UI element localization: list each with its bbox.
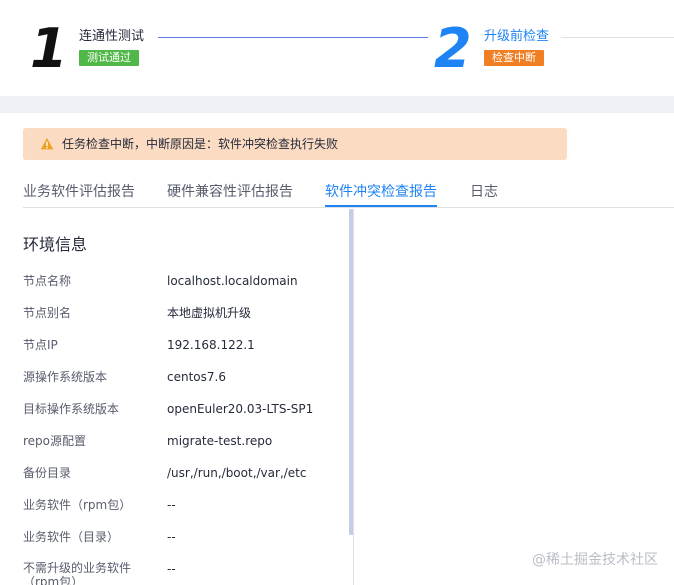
env-value: -- [167, 530, 176, 544]
env-label: 节点名称 [23, 274, 72, 288]
step-2-title: 升级前检查 [484, 29, 550, 44]
env-row-node-ip: 节点IP 192.168.122.1 [0, 337, 350, 369]
panel-scrollbar[interactable] [349, 209, 353, 535]
env-row-backup-dir: 备份目录 /usr,/run,/boot,/var,/etc [0, 465, 350, 497]
env-value: migrate-test.repo [167, 434, 273, 448]
env-label: 不需升级的业务软件（rpm包） [23, 561, 132, 585]
environment-info-panel: 环境信息 节点名称 localhost.localdomain 节点别名 本地虚… [0, 209, 354, 585]
env-label: 节点别名 [23, 306, 72, 320]
tab-hardware-compatibility-report[interactable]: 硬件兼容性评估报告 [167, 182, 293, 202]
alert-banner: 任务检查中断，中断原因是：软件冲突检查执行失败 [23, 128, 567, 160]
warning-icon [40, 138, 54, 150]
environment-info-title: 环境信息 [23, 235, 88, 254]
env-label: 备份目录 [23, 466, 72, 480]
env-row-target-os: 目标操作系统版本 openEuler20.03-LTS-SP1 [0, 401, 350, 433]
tab-log[interactable]: 日志 [470, 182, 498, 202]
report-tabs: 业务软件评估报告 硬件兼容性评估报告 软件冲突检查报告 日志 [23, 176, 674, 208]
env-value: 192.168.122.1 [167, 338, 255, 352]
alert-message: 任务检查中断，中断原因是：软件冲突检查执行失败 [62, 137, 339, 151]
env-label: 节点IP [23, 338, 58, 352]
env-value: /usr,/run,/boot,/var,/etc [167, 466, 307, 480]
env-row-business-dir: 业务软件（目录） -- [0, 529, 350, 561]
step-2-status-badge: 检查中断 [484, 50, 544, 66]
env-row-source-os: 源操作系统版本 centos7.6 [0, 369, 350, 401]
env-value: -- [167, 498, 176, 512]
env-label: 源操作系统版本 [23, 370, 108, 384]
step-connector-line-next [561, 37, 674, 38]
env-label: 业务软件（rpm包） [23, 498, 132, 512]
env-value: 本地虚拟机升级 [167, 306, 252, 320]
env-row-repo-config: repo源配置 migrate-test.repo [0, 433, 350, 465]
env-label: 业务软件（目录） [23, 530, 120, 544]
section-divider-band [0, 96, 674, 113]
step-1-status-badge: 测试通过 [79, 50, 139, 66]
active-tab-indicator [325, 205, 437, 207]
step-2-number: 2 [434, 17, 472, 80]
tab-business-software-report[interactable]: 业务软件评估报告 [23, 182, 135, 202]
env-label: repo源配置 [23, 434, 87, 448]
env-value: centos7.6 [167, 370, 226, 384]
watermark: @稀土掘金技术社区 [532, 552, 658, 568]
tab-software-conflict-report[interactable]: 软件冲突检查报告 [325, 182, 437, 202]
step-1-title: 连通性测试 [79, 29, 145, 44]
env-label: 目标操作系统版本 [23, 402, 120, 416]
env-value: openEuler20.03-LTS-SP1 [167, 402, 314, 416]
step-connector-line [158, 37, 428, 38]
env-row-business-rpm: 业务软件（rpm包） -- [0, 497, 350, 529]
step-1-number: 1 [30, 17, 68, 80]
env-row-node-alias: 节点别名 本地虚拟机升级 [0, 305, 350, 337]
env-row-node-name: 节点名称 localhost.localdomain [0, 273, 350, 305]
env-value: -- [167, 562, 176, 576]
env-value: localhost.localdomain [167, 274, 298, 288]
steps-header: 1 连通性测试 测试通过 2 升级前检查 检查中断 [0, 0, 674, 96]
env-row-no-upgrade-rpm: 不需升级的业务软件（rpm包） -- [0, 561, 350, 585]
